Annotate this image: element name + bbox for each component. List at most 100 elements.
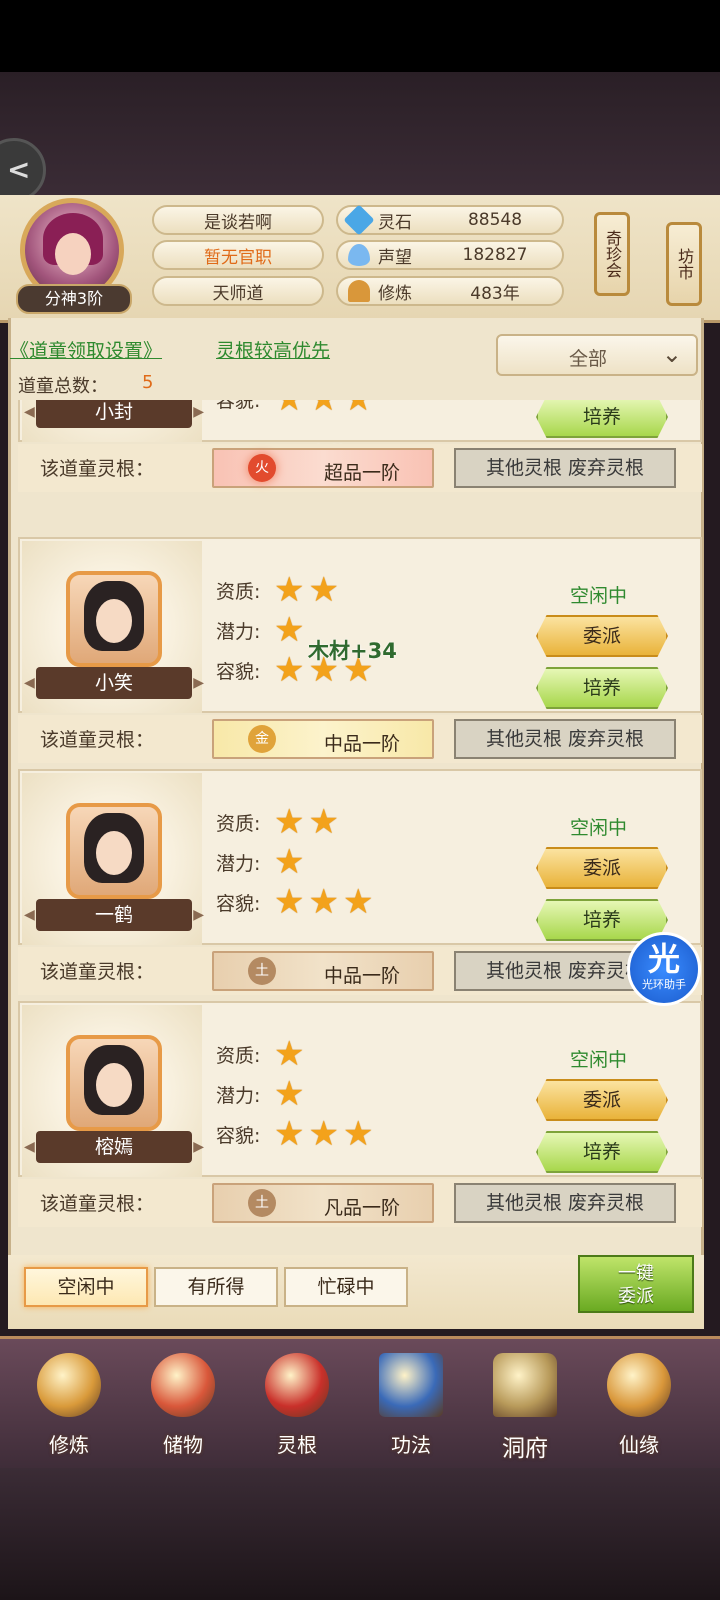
servant-portrait[interactable] xyxy=(66,803,162,899)
spirit-root-grade[interactable]: 火 超品一阶 xyxy=(212,448,434,488)
train-button[interactable]: 培养 xyxy=(536,400,668,438)
servant-card: 一鹤 资质: ★★ 潜力: ★ 容貌: ★★★ 空闲中 委派 培养 该道童灵根：… xyxy=(18,769,702,995)
potential-stars: ★ xyxy=(274,845,308,879)
star-icon: ★ xyxy=(274,1034,305,1074)
train-button[interactable]: 培养 xyxy=(536,667,668,709)
servant-portrait[interactable] xyxy=(66,1035,162,1131)
appearance-label: 容貌: xyxy=(216,400,261,412)
potential-stars: ★ xyxy=(274,1077,308,1111)
prestige-crystal-icon xyxy=(348,244,370,266)
nav-label: 灵根 xyxy=(277,1433,317,1457)
star-icon: ★ xyxy=(274,570,305,610)
player-office: 暂无官职 xyxy=(152,240,324,270)
filter-idle-tab[interactable]: 空闲中 xyxy=(24,1267,148,1307)
star-icon: ★ xyxy=(342,1114,374,1154)
nav-label: 洞府 xyxy=(502,1436,548,1462)
potential-label: 潜力: xyxy=(216,1085,261,1107)
gourd-icon xyxy=(607,1353,671,1417)
servant-total-value: 5 xyxy=(142,372,154,393)
aptitude-label: 资质: xyxy=(216,813,261,835)
star-icon: ★ xyxy=(308,1114,339,1154)
star-icon: ★ xyxy=(274,842,305,882)
servant-claim-settings-link[interactable]: 《道童领取设置》 xyxy=(10,336,162,363)
assign-button[interactable]: 委派 xyxy=(536,847,668,889)
appearance-stars: ★★★ xyxy=(274,885,377,919)
star-icon: ★ xyxy=(343,400,373,416)
appearance-label: 容貌: xyxy=(216,661,261,683)
nav-item-storage-bag[interactable]: 储物 xyxy=(128,1353,238,1463)
spirit-stone-icon xyxy=(343,204,375,236)
priority-setting-link[interactable]: 灵根较高优先 xyxy=(216,336,330,363)
star-icon: ★ xyxy=(274,400,304,416)
spirit-root-icon xyxy=(265,1353,329,1417)
star-icon: ★ xyxy=(274,650,305,690)
nav-item-cultivate[interactable]: 修炼 xyxy=(14,1353,124,1463)
other-root-discard-button[interactable]: 其他灵根 废弃灵根 xyxy=(454,719,676,759)
spirit-root-grade[interactable]: 土 中品一阶 xyxy=(212,951,434,991)
aptitude-label: 资质: xyxy=(216,581,261,603)
other-root-discard-button[interactable]: 其他灵根 废弃灵根 xyxy=(454,1183,676,1223)
player-sect: 天师道 xyxy=(152,276,324,306)
servant-status: 空闲中 xyxy=(570,1049,628,1071)
nav-item-technique-book[interactable]: 功法 xyxy=(356,1353,466,1463)
spirit-root-label: 该道童灵根： xyxy=(40,1193,155,1215)
technique-book-icon xyxy=(379,1353,443,1417)
servant-name: 小封 xyxy=(24,400,204,428)
resource-cultivation: 修炼 483年 xyxy=(336,276,564,306)
filter-dropdown[interactable]: 全部 ⌄ xyxy=(496,334,698,376)
filter-busy-tab[interactable]: 忙碌中 xyxy=(284,1267,408,1307)
star-icon: ★ xyxy=(308,802,339,842)
star-icon: ★ xyxy=(274,882,305,922)
element-icon: 土 xyxy=(248,1189,276,1217)
scene-backdrop xyxy=(0,72,720,197)
filter-gained-tab[interactable]: 有所得 xyxy=(154,1267,278,1307)
appearance-stars: ★★★ xyxy=(274,1117,377,1151)
spirit-root-grade[interactable]: 金 中品一阶 xyxy=(212,719,434,759)
potential-label: 潜力: xyxy=(216,853,261,875)
nav-label: 功法 xyxy=(391,1433,431,1457)
star-icon: ★ xyxy=(308,570,339,610)
appearance-label: 容貌: xyxy=(216,1125,261,1147)
appearance-stars: ★★★ xyxy=(274,400,377,416)
servant-name: 榕嫣 xyxy=(24,1131,204,1163)
train-button[interactable]: 培养 xyxy=(536,1131,668,1173)
star-icon: ★ xyxy=(274,1114,305,1154)
servant-portrait[interactable] xyxy=(66,571,162,667)
storage-bag-icon xyxy=(151,1353,215,1417)
assistant-floating-button[interactable]: 光 光环助手 xyxy=(627,932,701,1006)
element-icon: 金 xyxy=(248,725,276,753)
resource-prestige: 声望 182827 xyxy=(336,240,564,270)
spirit-root-label: 该道童灵根： xyxy=(40,458,155,480)
nav-label: 修炼 xyxy=(49,1433,89,1457)
reward-float-text: 木材+34 xyxy=(308,639,397,663)
nav-label: 仙缘 xyxy=(619,1433,659,1457)
star-icon: ★ xyxy=(274,610,305,650)
spirit-root-grade[interactable]: 土 凡品一阶 xyxy=(212,1183,434,1223)
element-icon: 火 xyxy=(248,454,276,482)
assign-button[interactable]: 委派 xyxy=(536,1079,668,1121)
servant-total-label: 道童总数： xyxy=(18,376,108,397)
element-icon: 土 xyxy=(248,957,276,985)
cultivate-icon xyxy=(37,1353,101,1417)
bottom-backdrop xyxy=(0,1468,720,1600)
other-root-discard-button[interactable]: 其他灵根 废弃灵根 xyxy=(454,448,676,488)
status-bar-area xyxy=(0,0,720,72)
servant-name: 小笑 xyxy=(24,667,204,699)
one-key-assign-button[interactable]: 一键 委派 xyxy=(578,1255,694,1313)
servant-list[interactable]: 小封 资质: 潜力: ★★★ 容貌: ★★★ 委派 培养 食物+9 该道童灵根：… xyxy=(18,400,702,1240)
star-icon: ★ xyxy=(274,802,305,842)
assign-button[interactable]: 委派 xyxy=(536,615,668,657)
cave-mansion-icon xyxy=(493,1353,557,1417)
nav-item-spirit-root[interactable]: 灵根 xyxy=(242,1353,352,1463)
potential-stars: ★ xyxy=(274,613,308,647)
chevron-down-icon: ⌄ xyxy=(661,340,682,368)
aptitude-label: 资质: xyxy=(216,1045,261,1067)
player-name: 是谈若啊 xyxy=(152,205,324,235)
servant-card: 榕嫣 资质: ★ 潜力: ★ 容貌: ★★★ 空闲中 委派 培养 该道童灵根： … xyxy=(18,1001,702,1227)
treasure-fair-button[interactable]: 奇珍会 xyxy=(594,212,630,296)
nav-item-gourd[interactable]: 仙缘 xyxy=(584,1353,694,1463)
back-arrow-icon: < xyxy=(7,153,31,186)
market-button[interactable]: 坊市 xyxy=(666,222,702,306)
servant-status: 空闲中 xyxy=(570,585,628,607)
nav-item-cave-mansion[interactable]: 洞府 xyxy=(470,1353,580,1463)
